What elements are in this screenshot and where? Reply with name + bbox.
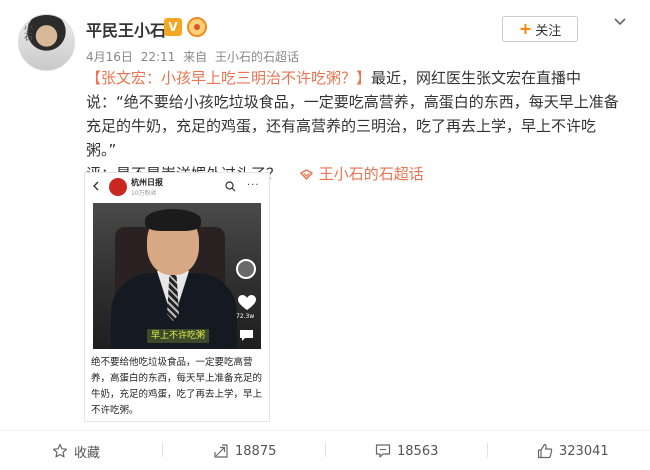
search-icon [225, 181, 236, 192]
username[interactable]: 平民王小石 [86, 17, 166, 41]
weibo-post: 小石 平民王小石 V 4月16日 22:11 来自 王小石的石超话 + 关注 【… [0, 0, 650, 470]
repost-icon [214, 444, 228, 458]
follow-button[interactable]: + 关注 [502, 16, 578, 42]
plus-icon: + [518, 19, 533, 38]
comment-icon [375, 444, 391, 458]
avatar-text: 小石 [22, 23, 32, 41]
chaohua-link[interactable]: 王小石的石超话 [299, 165, 424, 183]
chevron-down-icon[interactable] [612, 14, 628, 30]
footer-separator [162, 443, 163, 457]
hashtag-link[interactable]: 【张文宏：小孩早上吃三明治不许吃粥？】 [86, 69, 371, 87]
embed-account-name: 杭州日报 [131, 178, 163, 187]
favorite-label: 收藏 [74, 445, 101, 461]
embedded-image[interactable]: 杭州日报 10万粉丝 ··· 早上不许吃粥 72.3w 绝不要给他吃垃圾食品，一… [84, 172, 270, 422]
heart-icon [238, 295, 256, 310]
chaohua-icon [299, 169, 313, 180]
chaohua-label: 王小石的石超话 [318, 165, 424, 183]
post-content: 【张文宏：小孩早上吃三明治不许吃粥？】最近，网红医生张文宏在直播中说：“绝不要给… [86, 66, 626, 186]
embed-text: 绝不要给他吃垃圾食品，一定要吃高营养，高蛋白的东西，每天早上准备充足的牛奶，充足… [91, 357, 263, 416]
repost-button[interactable]: 18875 [213, 440, 276, 462]
comment-count: 18563 [397, 443, 439, 459]
favorite-button[interactable]: 收藏 [52, 440, 100, 462]
like-button[interactable]: 323041 [537, 440, 609, 462]
video-caption: 早上不许吃粥 [147, 329, 210, 343]
avatar[interactable]: 小石 [18, 14, 75, 71]
post-time[interactable]: 22:11 [141, 50, 176, 64]
member-badge-icon [187, 17, 207, 37]
source-link[interactable]: 王小石的石超话 [215, 50, 299, 64]
post-date[interactable]: 4月16日 [86, 50, 133, 64]
footer-separator [487, 443, 488, 457]
footer-divider [0, 430, 650, 431]
repost-count: 18875 [235, 443, 277, 459]
footer-separator [325, 443, 326, 457]
embed-account-fans: 10万粉丝 [131, 190, 157, 197]
account-logo [109, 178, 127, 196]
more-dots-icon: ··· [247, 180, 260, 191]
video-frame: 早上不许吃粥 72.3w [93, 203, 261, 349]
back-icon [93, 181, 99, 191]
embed-header: 杭州日报 10万粉丝 ··· [85, 173, 269, 201]
post-meta: 4月16日 22:11 来自 王小石的石超话 [86, 48, 303, 65]
side-avatar [236, 259, 256, 279]
video-like-count: 72.3w [236, 313, 255, 320]
verified-badge: V [164, 18, 182, 36]
follow-label: 关注 [535, 23, 562, 39]
chat-icon [240, 330, 253, 341]
star-icon [52, 443, 68, 458]
source-prefix: 来自 [183, 50, 208, 64]
like-count: 323041 [559, 443, 609, 459]
video-person-hair [145, 209, 201, 231]
thumbs-up-icon [537, 443, 553, 459]
comment-button[interactable]: 18563 [375, 440, 438, 462]
